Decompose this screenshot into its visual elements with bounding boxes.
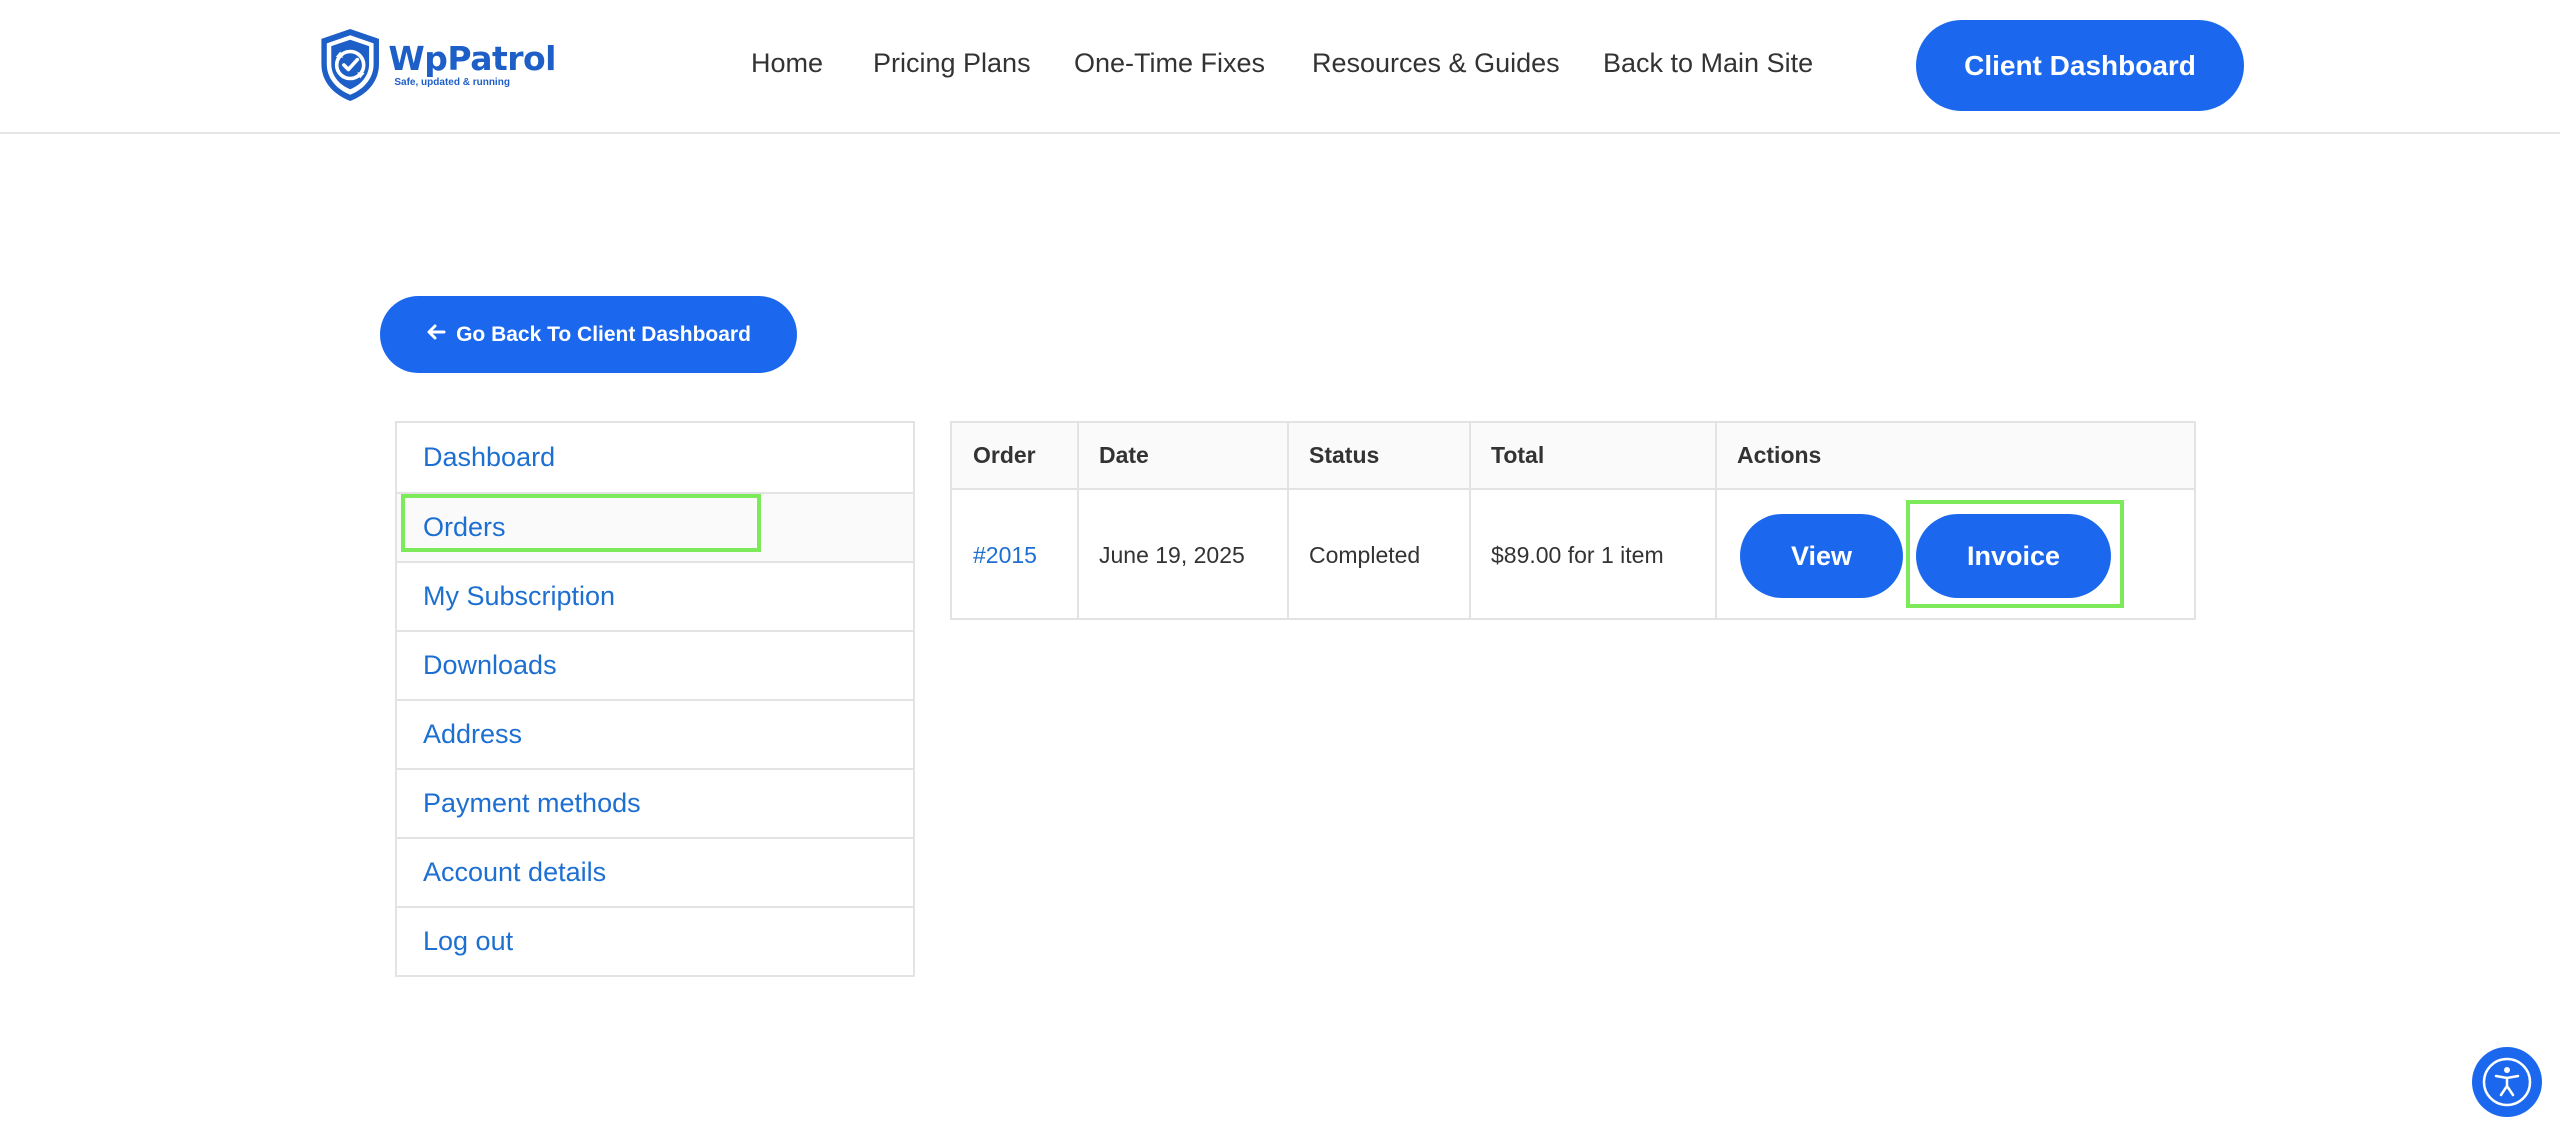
site-header: WpPatrol Safe, updated & running Home Pr…	[0, 0, 2560, 134]
order-total: $89.00 for 1 item	[1491, 541, 1664, 568]
sidebar-item-downloads[interactable]: Downloads	[397, 630, 913, 699]
brand-tagline: Safe, updated & running	[394, 77, 510, 88]
invoice-button[interactable]: Invoice	[1916, 514, 2111, 598]
nav-home-link[interactable]: Home	[751, 48, 823, 88]
accessibility-icon	[2482, 1057, 2532, 1107]
view-order-button[interactable]: View	[1740, 514, 1903, 598]
shield-logo-icon	[321, 29, 379, 101]
order-status: Completed	[1309, 541, 1421, 568]
header-actions: Actions	[1737, 442, 1822, 468]
header-order: Order	[973, 442, 1036, 468]
sidebar-item-my-subscription[interactable]: My Subscription	[397, 561, 913, 630]
header-status: Status	[1309, 442, 1380, 468]
table-row: #2015 June 19, 2025 Completed $89.00 for…	[952, 490, 2194, 620]
table-header-row: Order Date Status Total Actions	[952, 423, 2194, 490]
sidebar-item-address[interactable]: Address	[397, 699, 913, 768]
go-back-label: Go Back To Client Dashboard	[456, 322, 751, 346]
accessibility-widget-button[interactable]	[2472, 1047, 2542, 1117]
go-back-dashboard-button[interactable]: Go Back To Client Dashboard	[380, 296, 797, 373]
brand-name: WpPatrol	[388, 39, 556, 78]
client-dashboard-button[interactable]: Client Dashboard	[1916, 20, 2244, 111]
sidebar-item-account-details[interactable]: Account details	[397, 837, 913, 906]
sidebar-item-orders[interactable]: Orders	[397, 492, 913, 561]
arrow-left-icon	[426, 321, 446, 349]
sidebar-item-log-out[interactable]: Log out	[397, 906, 913, 975]
order-date: June 19, 2025	[1099, 541, 1245, 568]
order-number-link[interactable]: #2015	[973, 542, 1037, 569]
header-total: Total	[1491, 442, 1545, 468]
wppatrol-logo[interactable]: WpPatrol Safe, updated & running	[316, 22, 556, 108]
header-date: Date	[1099, 442, 1149, 468]
nav-resources-guides-link[interactable]: Resources & Guides	[1312, 48, 1560, 88]
orders-table: Order Date Status Total Actions #2015 Ju…	[950, 421, 2196, 620]
nav-one-time-fixes-link[interactable]: One-Time Fixes	[1074, 48, 1265, 88]
nav-pricing-plans-link[interactable]: Pricing Plans	[873, 48, 1031, 88]
sidebar-item-payment-methods[interactable]: Payment methods	[397, 768, 913, 837]
nav-back-to-main-site-link[interactable]: Back to Main Site	[1603, 48, 1813, 88]
sidebar-item-dashboard[interactable]: Dashboard	[397, 423, 913, 492]
account-sidebar: Dashboard Orders My Subscription Downloa…	[395, 421, 915, 977]
